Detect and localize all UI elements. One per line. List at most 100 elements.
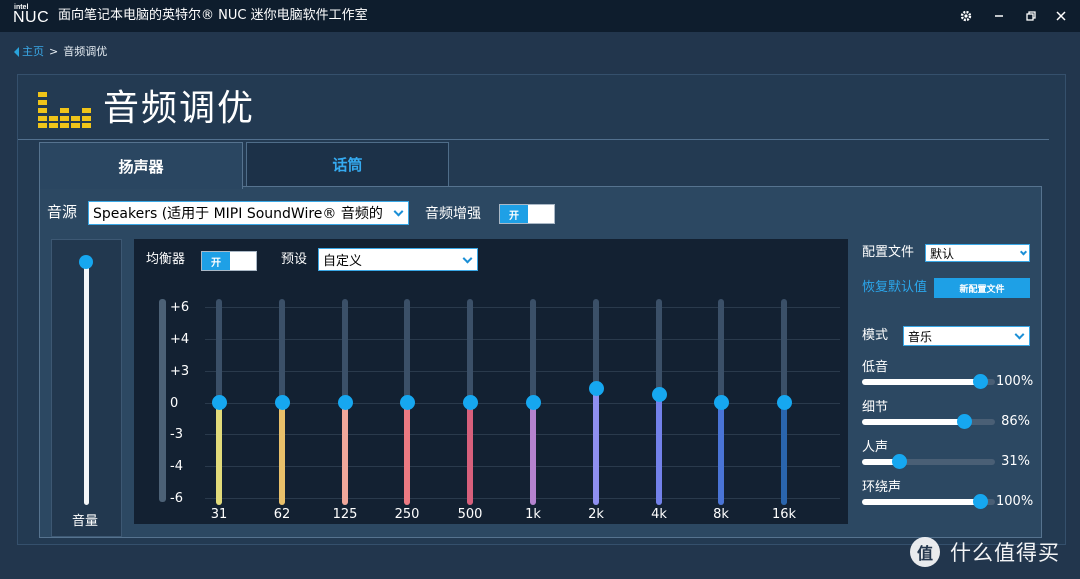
settings-gear-icon[interactable]: [956, 6, 976, 26]
eq-band-fill: [781, 402, 787, 505]
minimize-icon[interactable]: [989, 6, 1009, 26]
chevron-down-icon: [1014, 329, 1025, 340]
eq-scale-bar: [159, 299, 166, 502]
eq-frequency-label: 1k: [525, 507, 541, 522]
eq-band-fill: [593, 387, 599, 505]
eq-band-knob[interactable]: [400, 395, 415, 410]
bass-slider[interactable]: [862, 374, 995, 389]
eq-gridline: [205, 371, 840, 372]
breadcrumb: 主页 > 音频调优: [14, 45, 107, 59]
mode-select[interactable]: 音乐: [903, 326, 1030, 346]
eq-gridline: [205, 403, 840, 404]
db-scale-label: -6: [170, 491, 183, 506]
chevron-down-icon: [393, 206, 404, 217]
profile-select[interactable]: 默认: [925, 244, 1030, 262]
equalizer-bars-icon: [38, 92, 91, 128]
volume-slider-track[interactable]: [84, 262, 89, 505]
eq-band-knob[interactable]: [338, 395, 353, 410]
db-scale-label: -3: [170, 427, 183, 442]
intel-nuc-logo: intel NUC: [13, 4, 49, 26]
vocal-label: 人声: [862, 440, 889, 455]
equalizer-toggle[interactable]: 开: [201, 251, 257, 271]
vocal-value: 31%: [1001, 454, 1030, 469]
eq-frequency-label: 8k: [713, 507, 729, 522]
eq-gridline: [205, 434, 840, 435]
page-title: 音频调优: [103, 88, 256, 129]
eq-gridline: [205, 498, 840, 499]
preset-select[interactable]: 自定义: [318, 248, 478, 271]
bass-label: 低音: [862, 360, 889, 375]
restore-defaults-link[interactable]: 恢复默认值: [862, 279, 927, 296]
audio-enhance-toggle[interactable]: 开: [499, 204, 555, 224]
eq-band-knob[interactable]: [589, 380, 604, 396]
breadcrumb-current: 音频调优: [63, 45, 108, 58]
eq-frequency-label: 500: [457, 507, 483, 522]
surround-slider-fill: [862, 499, 981, 505]
tab-microphone[interactable]: 话筒: [246, 142, 449, 187]
watermark-badge: 值: [910, 537, 940, 567]
vocal-slider-knob[interactable]: [891, 454, 907, 469]
new-profile-button[interactable]: 新配置文件: [934, 278, 1030, 298]
preset-value: 自定义: [323, 254, 363, 269]
breadcrumb-home-link[interactable]: 主页: [22, 45, 44, 59]
audio-enhance-label: 音频增强: [425, 206, 481, 222]
toggle-on-indicator: 开: [202, 252, 230, 270]
volume-slider-knob[interactable]: [79, 255, 93, 269]
profile-value: 默认: [930, 246, 955, 261]
app-title: 面向笔记本电脑的英特尔® NUC 迷你电脑软件工作室: [58, 8, 368, 23]
eq-band-fill: [656, 393, 662, 505]
toggle-on-indicator: 开: [500, 205, 528, 223]
detail-slider-knob[interactable]: [956, 414, 972, 429]
eq-band-fill: [279, 402, 285, 505]
audio-source-label: 音源: [47, 203, 78, 221]
restore-icon[interactable]: [1021, 6, 1041, 26]
detail-slider[interactable]: [862, 414, 995, 429]
equalizer-label: 均衡器: [146, 252, 186, 267]
surround-label: 环绕声: [862, 480, 902, 495]
eq-frequency-label: 16k: [771, 507, 797, 522]
mode-label: 模式: [862, 328, 889, 343]
eq-band-fill: [718, 402, 724, 505]
eq-frequency-label: 250: [394, 507, 420, 522]
db-scale-label: +6: [170, 300, 190, 315]
logo-product-text: NUC: [13, 9, 50, 26]
eq-band-fill: [467, 402, 473, 505]
chevron-down-icon: [1019, 248, 1028, 256]
eq-gridline: [205, 339, 840, 340]
eq-frequency-label: 4k: [651, 507, 667, 522]
surround-value: 100%: [996, 494, 1034, 509]
eq-band-fill: [342, 402, 348, 505]
db-scale-label: 0: [170, 396, 179, 411]
detail-label: 细节: [862, 400, 889, 415]
close-icon[interactable]: [1051, 6, 1071, 26]
db-scale-label: +3: [170, 364, 190, 379]
db-scale-label: +4: [170, 332, 190, 347]
watermark: 值 什么值得买: [910, 534, 1060, 570]
eq-gridline: [205, 307, 840, 308]
eq-band-fill: [216, 402, 222, 505]
bass-slider-fill: [862, 379, 981, 385]
eq-frequency-label: 2k: [588, 507, 604, 522]
db-scale-label: -4: [170, 459, 183, 474]
audio-source-select[interactable]: Speakers (适用于 MIPI SoundWire® 音频的: [88, 201, 409, 225]
eq-band-fill: [530, 402, 536, 505]
eq-band-knob[interactable]: [777, 395, 792, 410]
eq-band-knob[interactable]: [463, 395, 478, 410]
eq-band-knob[interactable]: [526, 395, 541, 410]
surround-slider[interactable]: [862, 494, 995, 509]
eq-band-knob[interactable]: [275, 395, 290, 410]
tab-speaker[interactable]: 扬声器: [39, 142, 243, 189]
eq-frequency-label: 62: [273, 507, 291, 522]
bass-value: 100%: [996, 374, 1034, 389]
eq-frequency-label: 31: [210, 507, 228, 522]
vocal-slider[interactable]: [862, 454, 995, 469]
back-arrow-icon[interactable]: [14, 47, 19, 57]
profile-label: 配置文件: [862, 245, 915, 260]
mode-value: 音乐: [908, 329, 933, 344]
eq-band-knob[interactable]: [212, 395, 227, 410]
eq-band-knob[interactable]: [652, 386, 667, 402]
title-bar: intel NUC 面向笔记本电脑的英特尔® NUC 迷你电脑软件工作室: [0, 0, 1080, 32]
audio-source-value: Speakers (适用于 MIPI SoundWire® 音频的: [93, 206, 383, 222]
watermark-text: 什么值得买: [950, 541, 1060, 565]
eq-band-knob[interactable]: [714, 395, 729, 410]
